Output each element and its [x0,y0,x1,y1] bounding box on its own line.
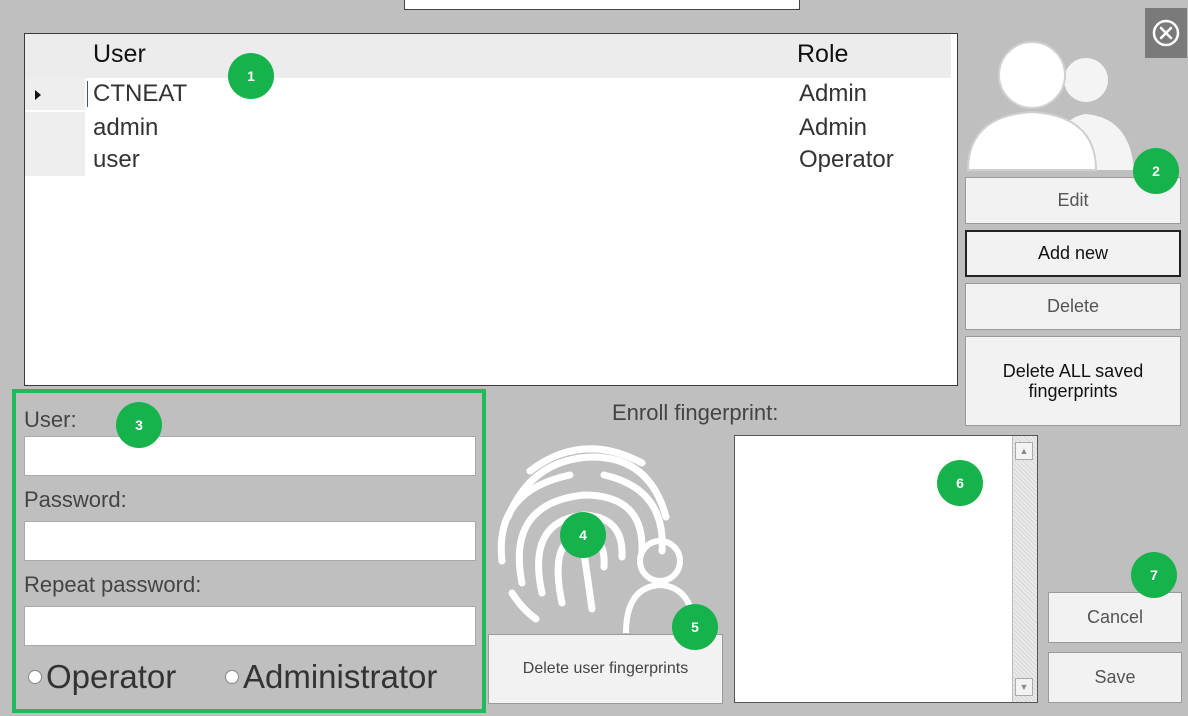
table-row[interactable]: CTNEAT Admin [25,78,951,110]
password-input[interactable] [24,521,476,561]
save-button[interactable]: Save [1048,652,1182,703]
scroll-down-arrow-icon[interactable]: ▼ [1015,678,1033,696]
user-label: User: [24,407,77,432]
users-icon [966,41,1134,171]
enroll-fingerprint-label: Enroll fingerprint: [612,400,779,425]
table-header: User Role [25,34,951,78]
repeat-password-label: Repeat password: [24,572,202,597]
top-strip [404,0,800,10]
row-header[interactable] [25,144,85,176]
marker-3: 3 [116,402,162,448]
row-header[interactable] [25,112,85,144]
role-radio-operator[interactable]: Operator [28,658,176,696]
role-operator-label: Operator [46,658,177,695]
selected-row-arrow-icon [35,90,41,100]
delete-all-label-line1: Delete ALL saved [1002,361,1144,381]
marker-7: 7 [1131,552,1177,598]
fingerprint-list-scrollbar[interactable]: ▲ ▼ [1012,436,1037,702]
cell-role: Admin [799,114,868,141]
radio-administrator-dot[interactable] [225,670,239,684]
password-label: Password: [24,487,127,512]
add-new-button[interactable]: Add new [965,230,1181,277]
scroll-up-arrow-icon[interactable]: ▲ [1015,442,1033,460]
table-row[interactable]: admin Admin [25,112,951,144]
marker-5: 5 [672,604,718,650]
radio-operator-dot[interactable] [28,670,42,684]
user-input[interactable] [24,436,476,476]
marker-2: 2 [1133,148,1179,194]
column-header-role[interactable]: Role [797,40,848,69]
row-header[interactable] [25,78,85,110]
close-icon [1152,19,1180,47]
marker-4: 4 [560,512,606,558]
cell-user: admin [93,114,159,141]
cell-user: CTNEAT [93,80,188,107]
delete-all-label-line2: fingerprints [1028,381,1118,401]
cell-role: Operator [799,146,894,173]
cell-role: Admin [799,80,868,107]
column-header-user[interactable]: User [93,40,146,69]
table-row[interactable]: user Operator [25,144,951,176]
marker-1: 1 [228,53,274,99]
users-table[interactable]: User Role CTNEAT Admin admin Admin user … [24,33,958,386]
cancel-button[interactable]: Cancel [1048,592,1182,643]
role-administrator-label: Administrator [243,658,438,695]
marker-6: 6 [937,460,983,506]
delete-all-fingerprints-button[interactable]: Delete ALL saved fingerprints [965,336,1181,426]
delete-button[interactable]: Delete [965,283,1181,330]
role-radio-administrator[interactable]: Administrator [225,658,437,696]
cell-user: user [93,146,140,173]
repeat-password-input[interactable] [24,606,476,646]
text-caret [87,81,88,107]
fingerprint-list[interactable]: ▲ ▼ [734,435,1038,703]
close-button[interactable] [1145,8,1187,58]
